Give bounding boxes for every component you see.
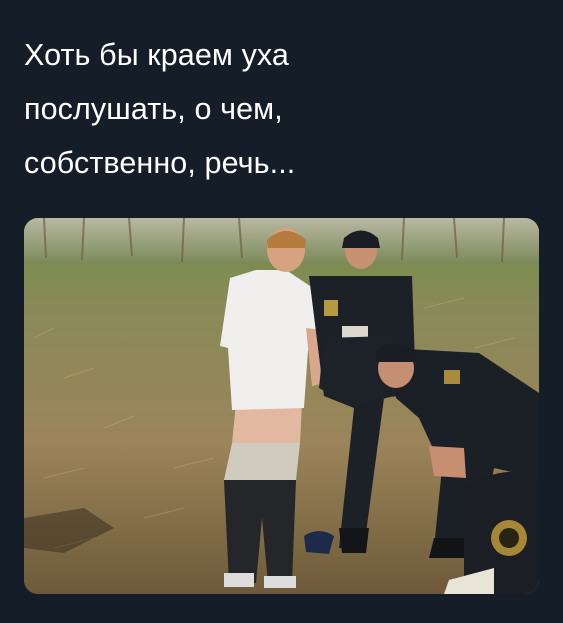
photo-illustration: [24, 218, 539, 594]
tweet-photo[interactable]: [24, 218, 539, 594]
tweet-text-line-1: Хоть бы краем уха: [24, 38, 289, 72]
tweet-text-line-3: собственно, речь...: [24, 146, 296, 180]
tweet-text-line-2: послушать, о чем,: [24, 92, 283, 126]
tweet-text: Хоть бы краем уха послушать, о чем, собс…: [24, 28, 524, 190]
